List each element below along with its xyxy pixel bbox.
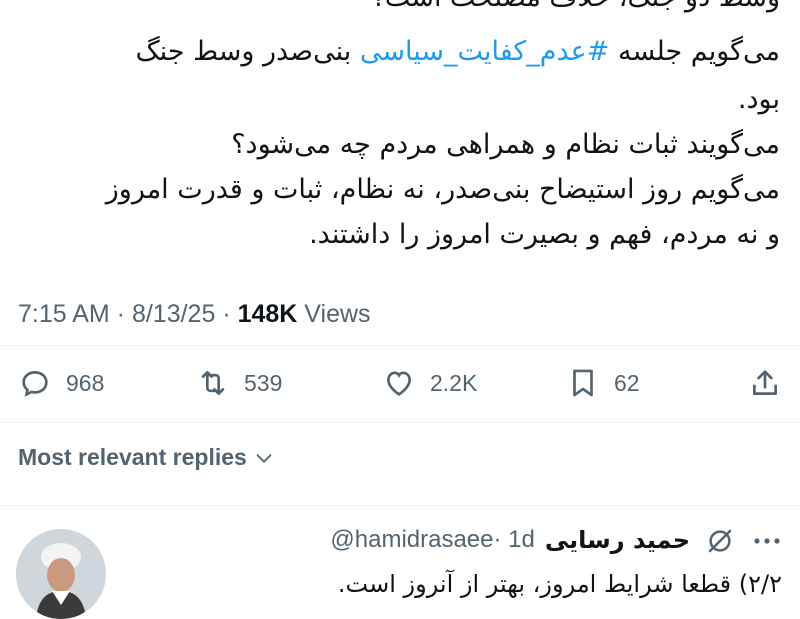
avatar-image	[16, 529, 106, 619]
tweet-meta: 7:15 AM · 8/13/25 · 148K Views	[18, 300, 371, 329]
meta-separator: ·	[215, 300, 238, 328]
heart-icon	[387, 371, 411, 396]
divider	[0, 505, 800, 506]
bookmark-button[interactable]: 62	[566, 355, 640, 411]
tweet-line-6: و نه مردم، فهم و بصیرت امروز را داشتند.	[309, 219, 780, 250]
retweet-icon	[201, 371, 225, 395]
tweet-line-5: می‌گویم روز استیضاح بنی‌صدر، نه نظام، ثب…	[105, 174, 780, 205]
tweet-line-2: می‌گویم جلسه #عدم_کفایت_سیاسی بنی‌صدر وس…	[136, 32, 781, 72]
retweet-button[interactable]: 539	[196, 355, 282, 411]
reply-icon	[22, 371, 48, 397]
like-button[interactable]: 2.2K	[382, 355, 477, 411]
share-icon	[753, 370, 777, 395]
replies-sort-dropdown[interactable]: Most relevant replies	[18, 444, 275, 471]
hashtag-link[interactable]: #عدم_کفایت_سیاسی	[360, 36, 610, 67]
tweet-body: وسط دو جنگ، خلاف مصلحت است؟ می‌گویم جلسه…	[0, 0, 800, 290]
views-label: Views	[297, 300, 371, 328]
tweet-date[interactable]: 8/13/25	[132, 300, 215, 328]
grok-icon[interactable]	[705, 526, 735, 556]
more-options-icon[interactable]	[752, 530, 782, 552]
bookmark-count: 62	[614, 369, 640, 396]
tweet-time[interactable]: 7:15 AM	[18, 300, 110, 328]
tweet-line-2-suffix: بنی‌صدر وسط جنگ	[135, 36, 352, 67]
tweet-actions: 968 539 2.2K 62	[0, 355, 800, 411]
like-count: 2.2K	[430, 369, 478, 396]
replies-sort-label: Most relevant replies	[18, 444, 247, 470]
retweet-count: 539	[244, 369, 283, 396]
reply-button[interactable]: 968	[18, 355, 104, 411]
reply-handle[interactable]: @hamidrasaee	[330, 526, 493, 554]
divider	[0, 422, 800, 423]
reply-author-name[interactable]: حمید رسایی	[545, 526, 690, 554]
bookmark-icon	[573, 369, 593, 397]
share-button[interactable]	[748, 355, 782, 411]
tweet-line-1: وسط دو جنگ، خلاف مصلحت است؟	[371, 0, 781, 18]
meta-separator: ·	[109, 300, 132, 328]
divider	[0, 345, 800, 346]
views-count: 148K	[237, 300, 298, 328]
tweet-line-4: می‌گویند ثبات نظام و همراهی مردم چه می‌ش…	[231, 129, 780, 160]
avatar[interactable]	[16, 529, 106, 619]
tweet-line-3: بود.	[737, 84, 780, 115]
tweet-line-2-prefix: می‌گویم جلسه	[617, 36, 780, 67]
reply-header: @hamidrasaee · 1d حمید رسایی	[330, 526, 690, 554]
reply-text: ۲/۲) قطعا شرایط امروز، بهتر از آنروز است…	[337, 570, 782, 598]
reply-count: 968	[66, 369, 105, 396]
chevron-down-icon	[256, 453, 272, 463]
reply-time[interactable]: · 1d	[494, 526, 535, 554]
